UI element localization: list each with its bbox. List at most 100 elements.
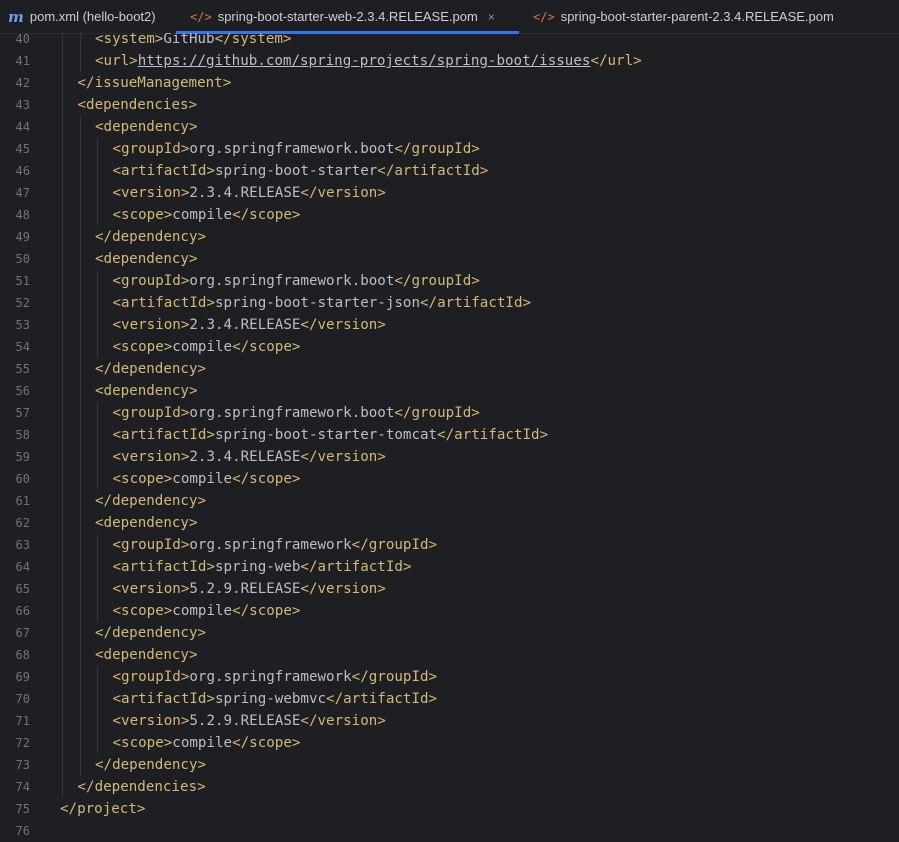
code-line[interactable]: 66 <scope>compile</scope> (0, 600, 899, 622)
code-line[interactable]: 48 <scope>compile</scope> (0, 204, 899, 226)
code-line[interactable]: 41 <url>https://github.com/spring-project… (0, 50, 899, 72)
xml-tag: </scope> (232, 471, 301, 487)
xml-tag: <groupId> (112, 537, 190, 553)
code-line[interactable]: 50 <dependency> (0, 248, 899, 270)
line-number: 56 (15, 384, 30, 398)
indent-guide (79, 424, 81, 446)
code-line[interactable]: 52 <artifactId>spring-boot-starter-json</… (0, 292, 899, 314)
indent-guide (97, 688, 98, 710)
code-line[interactable]: 57 <groupId>org.springframework.boot</gro… (0, 402, 899, 424)
code-line[interactable]: 62 <dependency> (0, 512, 899, 534)
xml-tag: <scope> (112, 735, 173, 751)
code-line[interactable]: 72 <scope>compile</scope> (0, 732, 899, 754)
code-line[interactable]: 43 <dependencies> (0, 94, 899, 116)
code-line[interactable]: 65 <version>5.2.9.RELEASE</version> (0, 578, 899, 600)
code-line[interactable]: 55 </dependency> (0, 358, 899, 380)
code-line[interactable]: 51 <groupId>org.springframework.boot</gro… (0, 270, 899, 292)
code-editor[interactable]: 40 <system>GitHub</system> 41 <url>https://… (0, 33, 899, 842)
indent-guide (97, 732, 98, 754)
xml-tag: <scope> (112, 471, 173, 487)
code-line[interactable]: 68 <dependency> (0, 644, 899, 666)
code-line[interactable]: 45 <groupId>org.springframework.boot</gro… (0, 138, 899, 160)
code-line[interactable]: 67 </dependency> (0, 622, 899, 644)
code-line[interactable]: 71 <version>5.2.9.RELEASE</version> (0, 710, 899, 732)
indent-guide (97, 138, 98, 160)
code-line[interactable]: 70 <artifactId>spring-webmvc</artifactId> (0, 688, 899, 710)
xml-tag: <groupId> (112, 669, 190, 685)
url-link[interactable]: https://github.com/spring-projects/sprin… (138, 53, 591, 69)
xml-tag: <scope> (112, 603, 173, 619)
indent-guide (79, 226, 81, 248)
indent-guide (79, 754, 81, 776)
xml-tag: </version> (300, 713, 386, 729)
code-line[interactable]: 75 </project> (0, 798, 899, 820)
tab-label: spring-boot-starter-web-2.3.4.RELEASE.po… (217, 9, 478, 24)
indent-guide (62, 314, 63, 336)
indent-guide (62, 182, 63, 204)
code-line[interactable]: 61 </dependency> (0, 490, 899, 512)
code-line[interactable]: 46 <artifactId>spring-boot-starter</artif… (0, 160, 899, 182)
tab-spring-boot-starter-web-pom[interactable]: </> spring-boot-starter-web-2.3.4.RELEAS… (176, 0, 519, 34)
xml-value: org.springframework (189, 537, 352, 553)
code-line[interactable]: 59 <version>2.3.4.RELEASE</version> (0, 446, 899, 468)
indent-guide (62, 446, 63, 468)
close-icon[interactable]: × (488, 10, 495, 24)
indent-guide (79, 600, 81, 622)
code-line[interactable]: 54 <scope>compile</scope> (0, 336, 899, 358)
line-number: 66 (15, 604, 30, 618)
tab-label: spring-boot-starter-parent-2.3.4.RELEASE… (560, 9, 834, 24)
indent-guide (79, 248, 81, 270)
xml-tag: <system> (95, 33, 164, 47)
code-text: <dependency> (95, 380, 198, 402)
code-line[interactable]: 42 </issueManagement> (0, 72, 899, 94)
indent-guide (62, 94, 63, 116)
indent-guide (62, 226, 63, 248)
indent-guide (79, 292, 81, 314)
code-line[interactable]: 63 <groupId>org.springframework</groupId> (0, 534, 899, 556)
code-line[interactable]: 47 <version>2.3.4.RELEASE</version> (0, 182, 899, 204)
indent-guide (62, 578, 63, 600)
code-line[interactable]: 64 <artifactId>spring-web</artifactId> (0, 556, 899, 578)
line-number: 64 (15, 560, 30, 574)
code-line[interactable]: 49 </dependency> (0, 226, 899, 248)
xml-tag: </dependency> (95, 493, 207, 509)
code-line[interactable]: 74 </dependencies> (0, 776, 899, 798)
xml-file-icon: </> (533, 9, 555, 24)
code-line[interactable]: 44 <dependency> (0, 116, 899, 138)
code-line[interactable]: 60 <scope>compile</scope> (0, 468, 899, 490)
indent-guide (62, 556, 63, 578)
xml-value: compile (172, 471, 233, 487)
indent-guide (62, 358, 63, 380)
xml-tag: <artifactId> (112, 427, 216, 443)
indent-guide (79, 358, 81, 380)
indent-guide (62, 424, 63, 446)
code-line[interactable]: 40 <system>GitHub</system> (0, 33, 899, 50)
xml-value: 5.2.9.RELEASE (189, 713, 301, 729)
line-number: 51 (15, 274, 30, 288)
xml-tag: <groupId> (112, 405, 190, 421)
code-line[interactable]: 56 <dependency> (0, 380, 899, 402)
indent-guide (62, 270, 63, 292)
line-number: 54 (15, 340, 30, 354)
xml-tag: </artifactId> (377, 163, 489, 179)
code-text: <scope>compile</scope> (113, 732, 301, 754)
indent-guide (79, 270, 81, 292)
line-number: 71 (15, 714, 30, 728)
line-number: 59 (15, 450, 30, 464)
code-text: </dependencies> (78, 776, 206, 798)
code-line[interactable]: 53 <version>2.3.4.RELEASE</version> (0, 314, 899, 336)
code-text: <artifactId>spring-webmvc</artifactId> (113, 688, 438, 710)
tab-pom-xml[interactable]: m pom.xml (hello-boot2) (0, 0, 176, 33)
xml-value: 2.3.4.RELEASE (189, 317, 301, 333)
code-line[interactable]: 76 (0, 820, 899, 842)
code-line[interactable]: 73 </dependency> (0, 754, 899, 776)
line-number: 41 (15, 54, 30, 68)
xml-tag: </artifactId> (420, 295, 532, 311)
xml-value: 2.3.4.RELEASE (189, 449, 301, 465)
indent-guide (79, 578, 81, 600)
tab-spring-boot-starter-parent-pom[interactable]: </> spring-boot-starter-parent-2.3.4.REL… (519, 0, 844, 33)
code-text: <version>2.3.4.RELEASE</version> (113, 182, 386, 204)
code-line[interactable]: 69 <groupId>org.springframework</groupId> (0, 666, 899, 688)
code-line[interactable]: 58 <artifactId>spring-boot-starter-tomcat… (0, 424, 899, 446)
code-text: <artifactId>spring-boot-starter-json</ar… (113, 292, 532, 314)
